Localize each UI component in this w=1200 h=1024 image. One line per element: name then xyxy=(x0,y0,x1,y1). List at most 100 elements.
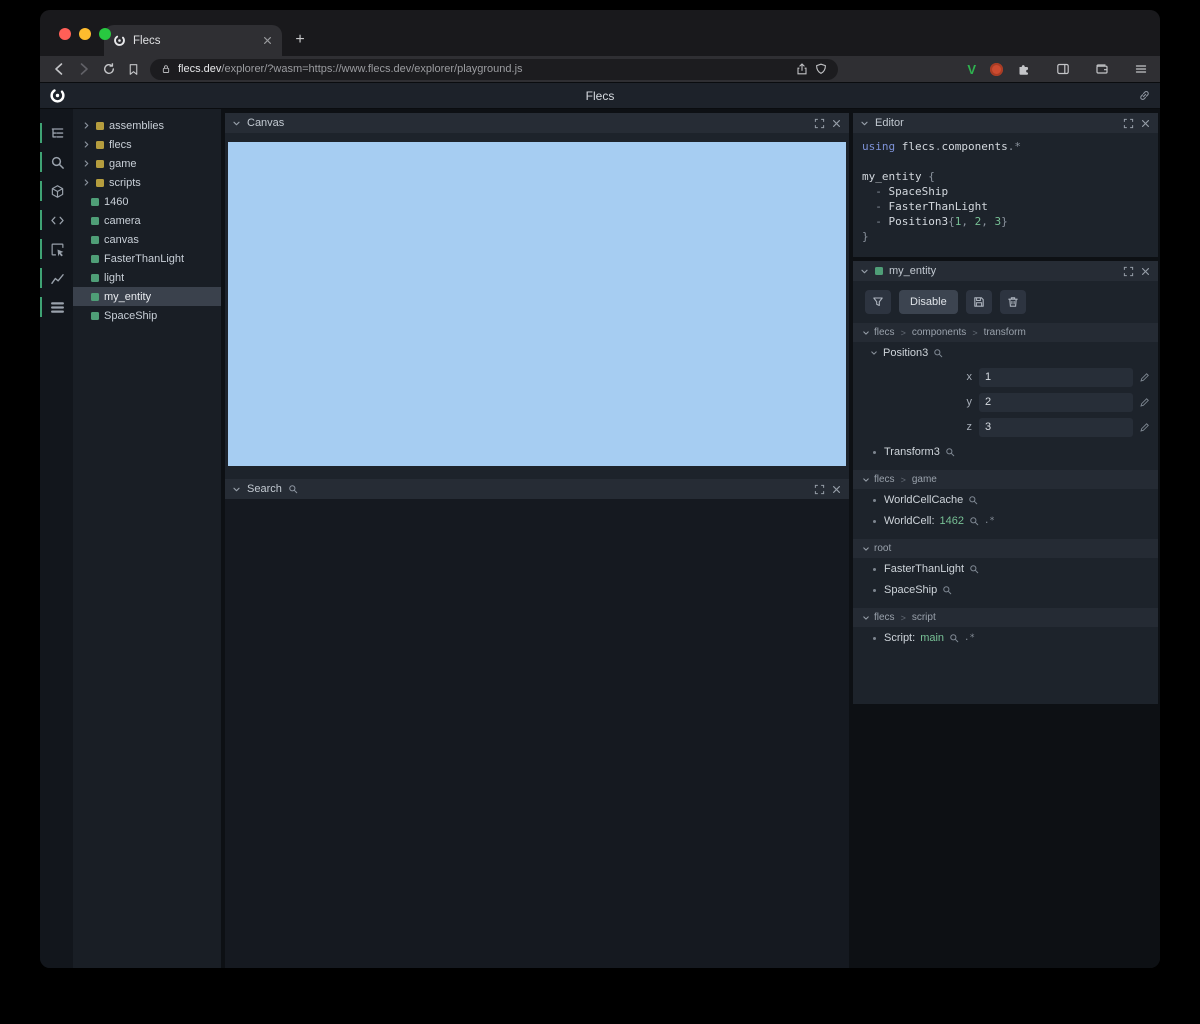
pencil-icon[interactable] xyxy=(1139,372,1150,383)
expand-panel-icon[interactable] xyxy=(1123,118,1134,129)
tree-item-light[interactable]: light xyxy=(73,268,221,287)
chevron-right-icon[interactable] xyxy=(82,140,91,149)
zoom-window-button[interactable] xyxy=(99,28,111,40)
window-controls xyxy=(59,28,111,40)
rail-button-magnifier[interactable] xyxy=(40,152,73,172)
extension-orange-icon[interactable] xyxy=(990,62,1003,76)
tree-item-camera[interactable]: camera xyxy=(73,211,221,230)
funnel-icon xyxy=(872,296,884,308)
rail-button-tree-view[interactable] xyxy=(40,123,73,143)
flecs-logo-icon[interactable] xyxy=(49,87,66,104)
collapse-panel-icon[interactable] xyxy=(232,119,241,128)
pencil-icon[interactable] xyxy=(1139,422,1150,433)
render-canvas[interactable] xyxy=(228,142,846,466)
close-panel-icon[interactable] xyxy=(1140,118,1151,129)
magnifier-icon[interactable] xyxy=(968,495,978,505)
inspector-section-header[interactable]: flecs > components > transform xyxy=(853,323,1158,342)
chevron-down-icon[interactable] xyxy=(862,614,870,622)
minimize-window-button[interactable] xyxy=(79,28,91,40)
browser-tab[interactable]: Flecs xyxy=(104,25,282,56)
delete-button[interactable] xyxy=(999,290,1026,314)
field-input-z[interactable] xyxy=(979,417,1133,437)
brave-shield-icon[interactable] xyxy=(815,63,827,75)
component-row[interactable]: Position3 xyxy=(853,342,1158,363)
magnifier-icon[interactable] xyxy=(942,585,952,595)
rail-button-stats[interactable] xyxy=(40,297,73,317)
panel-title: Canvas xyxy=(247,117,285,129)
inspector-section-header[interactable]: flecs > script xyxy=(853,608,1158,627)
component-row[interactable]: WorldCellCache xyxy=(853,489,1158,510)
rail-button-cube[interactable] xyxy=(40,181,73,201)
filter-button[interactable] xyxy=(865,290,891,314)
collapse-panel-icon[interactable] xyxy=(860,267,869,276)
sidebar-toggle-icon[interactable] xyxy=(1056,62,1070,76)
url-text: flecs.dev/explorer/?wasm=https://www.fle… xyxy=(178,63,523,75)
component-name: FasterThanLight xyxy=(884,563,965,575)
close-panel-icon[interactable] xyxy=(831,484,842,495)
wallet-icon[interactable] xyxy=(1095,62,1109,76)
tree-item-scripts[interactable]: scripts xyxy=(73,173,221,192)
collapse-panel-icon[interactable] xyxy=(232,485,241,494)
chevron-right-icon[interactable] xyxy=(82,121,91,130)
close-panel-icon[interactable] xyxy=(831,118,842,129)
rail-button-inspect[interactable] xyxy=(40,239,73,259)
field-input-x[interactable] xyxy=(979,367,1133,387)
script-editor[interactable]: using flecs.components.* my_entity { - S… xyxy=(853,133,1158,257)
tree-item-game[interactable]: game xyxy=(73,154,221,173)
chevron-down-icon[interactable] xyxy=(862,545,870,553)
tree-item-assemblies[interactable]: assemblies xyxy=(73,116,221,135)
disable-button[interactable]: Disable xyxy=(899,290,958,314)
component-row[interactable]: Transform3 xyxy=(853,441,1158,462)
share-icon[interactable] xyxy=(796,63,808,75)
browser-window: Flecs + flecs.dev/explorer/?wasm=https:/… xyxy=(40,10,1160,968)
magnifier-icon[interactable] xyxy=(969,516,979,526)
tree-item-FasterThanLight[interactable]: FasterThanLight xyxy=(73,249,221,268)
component-row[interactable]: Script: main .* xyxy=(853,627,1158,648)
tree-item-SpaceShip[interactable]: SpaceShip xyxy=(73,306,221,325)
tab-close-icon[interactable] xyxy=(262,35,273,46)
rail-button-code[interactable] xyxy=(40,210,73,230)
chevron-right-icon[interactable] xyxy=(82,178,91,187)
share-link-icon[interactable] xyxy=(1138,89,1151,102)
component-row[interactable]: SpaceShip xyxy=(853,579,1158,600)
field-input-y[interactable] xyxy=(979,392,1133,412)
chevron-right-icon[interactable] xyxy=(82,159,91,168)
save-button[interactable] xyxy=(965,290,992,314)
magnifier-icon[interactable] xyxy=(933,348,943,358)
tree-item-my_entity[interactable]: my_entity xyxy=(73,287,221,306)
new-tab-button[interactable]: + xyxy=(288,28,312,52)
address-bar[interactable]: flecs.dev/explorer/?wasm=https://www.fle… xyxy=(150,58,838,80)
search-results-area[interactable] xyxy=(225,499,849,968)
bookmark-sidebar-icon[interactable] xyxy=(127,63,140,76)
chevron-down-icon[interactable] xyxy=(862,329,870,337)
chevron-down-icon[interactable] xyxy=(870,349,878,357)
menu-icon[interactable] xyxy=(1134,62,1148,76)
close-panel-icon[interactable] xyxy=(1140,266,1151,277)
forward-button-icon[interactable] xyxy=(77,62,91,76)
component-row[interactable]: WorldCell: 1462 .* xyxy=(853,510,1158,531)
collapse-panel-icon[interactable] xyxy=(860,119,869,128)
rail-button-chart[interactable] xyxy=(40,268,73,288)
expand-panel-icon[interactable] xyxy=(814,484,825,495)
expand-panel-icon[interactable] xyxy=(1123,266,1134,277)
extensions-puzzle-icon[interactable] xyxy=(1017,62,1031,76)
reload-button-icon[interactable] xyxy=(102,62,116,76)
back-button-icon[interactable] xyxy=(52,62,66,76)
tree-item-1460[interactable]: 1460 xyxy=(73,192,221,211)
chevron-down-icon[interactable] xyxy=(862,476,870,484)
inspector-section-header[interactable]: flecs > game xyxy=(853,470,1158,489)
component-row[interactable]: FasterThanLight xyxy=(853,558,1158,579)
extension-v-icon[interactable]: V xyxy=(967,63,976,76)
pencil-icon[interactable] xyxy=(1139,397,1150,408)
path-segment: flecs xyxy=(874,612,895,623)
tree-item-label: light xyxy=(104,271,125,284)
tree-item-canvas[interactable]: canvas xyxy=(73,230,221,249)
inspector-section-header[interactable]: root xyxy=(853,539,1158,558)
close-window-button[interactable] xyxy=(59,28,71,40)
magnifier-icon[interactable] xyxy=(949,633,959,643)
magnifier-icon[interactable] xyxy=(945,447,955,457)
magnifier-icon xyxy=(50,155,65,170)
expand-panel-icon[interactable] xyxy=(814,118,825,129)
tree-item-flecs[interactable]: flecs xyxy=(73,135,221,154)
magnifier-icon[interactable] xyxy=(969,564,979,574)
